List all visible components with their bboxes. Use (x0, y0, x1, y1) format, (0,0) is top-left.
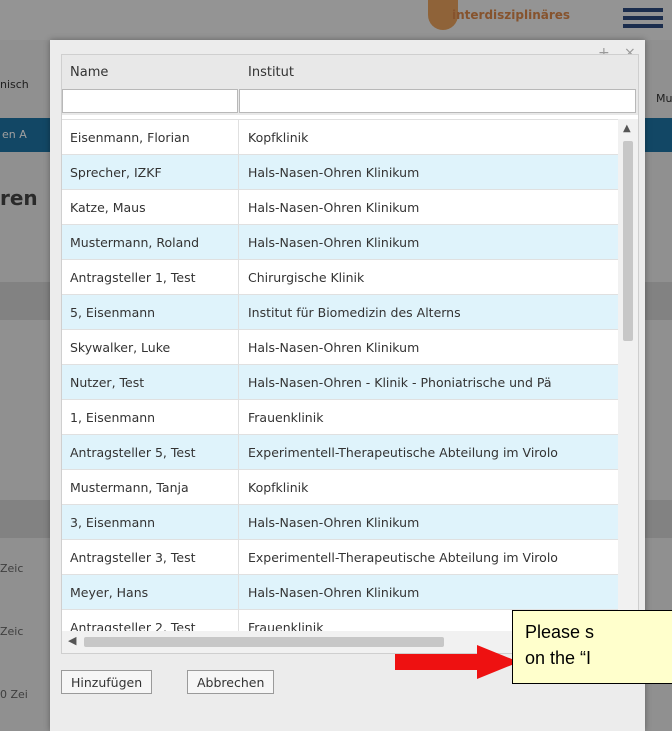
table-row[interactable]: Meyer, Hans Hals-Nasen-Ohren Klinikum (62, 574, 618, 609)
table-row[interactable]: Nutzer, Test Hals-Nasen-Ohren - Klinik - … (62, 364, 618, 399)
institut-cell: Chirurgische Klinik (248, 270, 365, 285)
name-cell: 5, Eisenmann (70, 305, 156, 320)
table-row[interactable]: Sprecher, IZKF Hals-Nasen-Ohren Klinikum (62, 154, 618, 189)
name-cell: Antragsteller 1, Test (70, 270, 196, 285)
column-header-name[interactable]: Name (70, 65, 108, 80)
scroll-left-icon[interactable]: ◀ (68, 634, 76, 647)
institut-cell: Institut für Biomedizin des Alterns (248, 305, 461, 320)
column-divider (238, 120, 239, 154)
annotation-callout: Please s on the “I (512, 610, 672, 684)
name-cell: 1, Eisenmann (70, 410, 156, 425)
scroll-up-icon[interactable]: ▲ (623, 123, 631, 134)
institut-cell: Hals-Nasen-Ohren Klinikum (248, 340, 420, 355)
column-divider (238, 470, 239, 504)
grid-body: Eisenmann, Florian Kopfklinik Sprecher, IZ… (62, 119, 618, 644)
name-cell: Antragsteller 5, Test (70, 445, 196, 460)
column-divider (238, 260, 239, 294)
column-divider (238, 225, 239, 259)
name-cell: Sprecher, IZKF (70, 165, 162, 180)
column-divider (238, 190, 239, 224)
name-cell: Mustermann, Tanja (70, 480, 189, 495)
institut-cell: Kopfklinik (248, 130, 309, 145)
person-grid: Name Institut Eisenmann, Florian Kopfklin… (61, 54, 639, 654)
column-divider (238, 505, 239, 539)
table-row[interactable]: Mustermann, Tanja Kopfklinik (62, 469, 618, 504)
filter-row (62, 87, 638, 115)
institut-filter-input[interactable] (239, 89, 636, 113)
name-cell: Meyer, Hans (70, 585, 149, 600)
table-row[interactable]: Katze, Maus Hals-Nasen-Ohren Klinikum (62, 189, 618, 224)
institut-cell: Hals-Nasen-Ohren Klinikum (248, 235, 420, 250)
name-cell: Katze, Maus (70, 200, 146, 215)
institut-cell: Frauenklinik (248, 410, 324, 425)
annotation-line-2: on the “I (525, 648, 592, 668)
column-divider (238, 295, 239, 329)
vertical-scroll-thumb[interactable] (623, 141, 633, 341)
column-divider (238, 435, 239, 469)
add-button[interactable]: Hinzufügen (61, 670, 153, 694)
name-cell: Eisenmann, Florian (70, 130, 190, 145)
name-cell: Nutzer, Test (70, 375, 145, 390)
table-row[interactable]: Antragsteller 1, Test Chirurgische Klinik (62, 259, 618, 294)
horizontal-scroll-thumb[interactable] (84, 637, 444, 647)
table-row[interactable]: Antragsteller 3, Test Experimentell-Thera… (62, 539, 618, 574)
name-cell: Skywalker, Luke (70, 340, 171, 355)
name-cell: Mustermann, Roland (70, 235, 200, 250)
column-header-institut[interactable]: Institut (248, 65, 294, 80)
annotation-line-1: Please s (525, 622, 595, 642)
institut-cell: Experimentell-Therapeutische Abteilung i… (248, 445, 558, 460)
table-row[interactable]: 1, Eisenmann Frauenklinik (62, 399, 618, 434)
table-row[interactable]: Mustermann, Roland Hals-Nasen-Ohren Klini… (62, 224, 618, 259)
institut-cell: Kopfklinik (248, 480, 309, 495)
institut-cell: Hals-Nasen-Ohren - Klinik - Phoniatrisch… (248, 375, 552, 390)
column-divider (238, 400, 239, 434)
name-cell: 3, Eisenmann (70, 515, 156, 530)
column-divider (238, 365, 239, 399)
table-row[interactable]: Eisenmann, Florian Kopfklinik (62, 119, 618, 154)
institut-cell: Hals-Nasen-Ohren Klinikum (248, 515, 420, 530)
column-divider (238, 155, 239, 189)
cancel-button[interactable]: Abbrechen (187, 670, 275, 694)
institut-cell: Hals-Nasen-Ohren Klinikum (248, 585, 420, 600)
table-row[interactable]: Antragsteller 5, Test Experimentell-Thera… (62, 434, 618, 469)
institut-cell: Hals-Nasen-Ohren Klinikum (248, 165, 420, 180)
name-filter-input[interactable] (62, 89, 238, 113)
table-row[interactable]: 5, Eisenmann Institut für Biomedizin des … (62, 294, 618, 329)
grid-header: Name Institut (62, 55, 638, 87)
institut-cell: Hals-Nasen-Ohren Klinikum (248, 200, 420, 215)
column-divider (238, 540, 239, 574)
annotation-arrow-icon (395, 645, 519, 679)
column-divider (238, 330, 239, 364)
institut-cell: Experimentell-Therapeutische Abteilung i… (248, 550, 558, 565)
vertical-scrollbar[interactable]: ▲ (618, 119, 638, 631)
column-divider (238, 575, 239, 609)
name-cell: Antragsteller 3, Test (70, 550, 196, 565)
table-row[interactable]: 3, Eisenmann Hals-Nasen-Ohren Klinikum (62, 504, 618, 539)
table-row[interactable]: Skywalker, Luke Hals-Nasen-Ohren Klinikum (62, 329, 618, 364)
